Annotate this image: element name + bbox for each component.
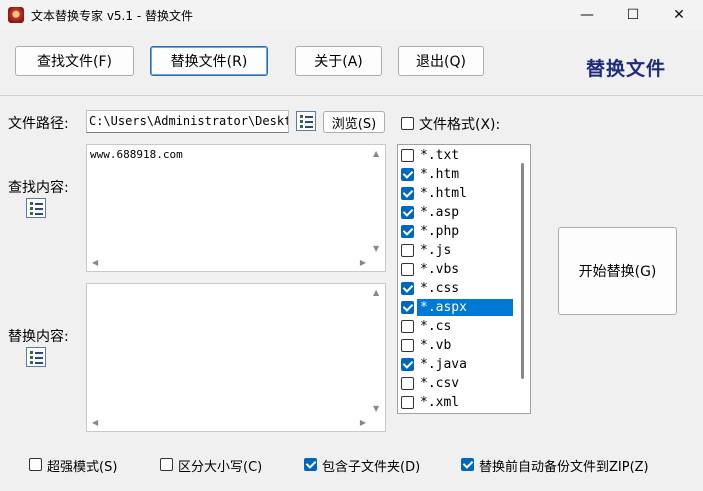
format-item-checkbox[interactable] <box>401 339 414 352</box>
replace-textarea[interactable]: ▲ ▼ ◀ ▶ <box>86 283 386 432</box>
format-item[interactable]: *.xml <box>398 393 514 412</box>
option-case-sensitive-label: 区分大小写(C) <box>178 460 263 475</box>
find-vertical-scrollbar[interactable]: ▲ ▼ <box>369 145 385 257</box>
format-item-label: *.html <box>420 186 467 201</box>
option-backup-zip-label: 替换前自动备份文件到ZIP(Z) <box>479 460 649 475</box>
option-case-sensitive-checkbox[interactable] <box>160 458 173 471</box>
format-toggle-label: 文件格式(X): <box>419 117 501 133</box>
find-label: 查找内容: <box>8 180 69 196</box>
format-item-checkbox[interactable] <box>401 149 414 162</box>
format-item-label: *.aspx <box>417 299 513 316</box>
format-item[interactable]: *.vbs <box>398 260 514 279</box>
find-files-button[interactable]: 查找文件(F) <box>15 46 134 76</box>
format-item-checkbox[interactable] <box>401 320 414 333</box>
format-item[interactable]: *.js <box>398 241 514 260</box>
format-item-checkbox[interactable] <box>401 263 414 276</box>
format-item-checkbox[interactable] <box>401 168 414 181</box>
format-item-label: *.css <box>420 281 460 296</box>
replace-vertical-scrollbar[interactable]: ▲ ▼ <box>369 284 385 417</box>
format-item-label: *.txt <box>420 148 460 163</box>
minimize-button[interactable]: — <box>564 0 610 30</box>
format-item[interactable]: *.html <box>398 184 514 203</box>
replace-label: 替换内容: <box>8 329 69 345</box>
exit-button[interactable]: 退出(Q) <box>398 46 484 76</box>
browse-button[interactable]: 浏览(S) <box>323 111 385 133</box>
page-title: 替换文件 <box>586 58 667 80</box>
maximize-button[interactable]: ☐ <box>610 0 656 30</box>
format-item-checkbox[interactable] <box>401 187 414 200</box>
find-horizontal-scrollbar[interactable]: ◀ ▶ <box>87 255 371 271</box>
format-item-checkbox[interactable] <box>401 301 414 314</box>
format-item-label: *.cs <box>420 319 452 334</box>
format-item-checkbox[interactable] <box>401 206 414 219</box>
start-replace-button[interactable]: 开始替换(G) <box>558 227 677 315</box>
format-item-checkbox[interactable] <box>401 377 414 390</box>
option-super-mode-label: 超强模式(S) <box>47 460 118 475</box>
find-list-icon[interactable] <box>26 198 46 218</box>
format-item-label: *.csv <box>420 376 460 391</box>
replace-list-icon[interactable] <box>26 347 46 367</box>
replace-files-button[interactable]: 替换文件(R) <box>150 46 268 76</box>
divider <box>0 95 703 96</box>
replace-horizontal-scrollbar[interactable]: ◀ ▶ <box>87 415 371 431</box>
format-item-checkbox[interactable] <box>401 244 414 257</box>
format-item-checkbox[interactable] <box>401 225 414 238</box>
path-input[interactable]: C:\Users\Administrator\Deskto <box>86 110 289 133</box>
format-item-label: *.htm <box>420 167 460 182</box>
format-item-label: *.asp <box>420 205 460 220</box>
about-button[interactable]: 关于(A) <box>295 46 382 76</box>
path-label: 文件路径: <box>8 116 69 132</box>
format-item-label: *.vb <box>420 338 452 353</box>
format-item[interactable]: *.aspx <box>398 298 514 317</box>
format-list[interactable]: *.txt *.htm *.html *.asp *.php *.js *.vbs *.css… <box>397 144 531 414</box>
format-item[interactable]: *.htm <box>398 165 514 184</box>
format-item[interactable]: *.cs <box>398 317 514 336</box>
close-button[interactable]: ✕ <box>656 0 702 30</box>
find-text: www.688918.com <box>90 148 183 161</box>
format-item-checkbox[interactable] <box>401 358 414 371</box>
format-item-label: *.vbs <box>420 262 460 277</box>
window-title: 文本替换专家 v5.1 - 替换文件 <box>31 9 193 23</box>
format-item[interactable]: *.java <box>398 355 514 374</box>
format-toggle-checkbox[interactable] <box>401 117 414 130</box>
format-item-label: *.java <box>420 357 467 372</box>
app-icon <box>8 7 24 23</box>
find-textarea[interactable]: www.688918.com ▲ ▼ ◀ ▶ <box>86 144 386 272</box>
format-item-label: *.js <box>420 243 452 258</box>
option-super-mode-checkbox[interactable] <box>29 458 42 471</box>
format-item[interactable]: *.csv <box>398 374 514 393</box>
format-item-checkbox[interactable] <box>401 396 414 409</box>
option-include-subfolders-checkbox[interactable] <box>304 458 317 471</box>
option-include-subfolders-label: 包含子文件夹(D) <box>322 460 421 475</box>
format-item[interactable]: *.asp <box>398 203 514 222</box>
format-item-label: *.php <box>420 224 460 239</box>
path-list-icon[interactable] <box>296 111 316 131</box>
format-list-scrollbar[interactable] <box>515 145 530 413</box>
format-item-label: *.xml <box>420 395 460 410</box>
format-item[interactable]: *.css <box>398 279 514 298</box>
option-backup-zip-checkbox[interactable] <box>461 458 474 471</box>
format-item[interactable]: *.vb <box>398 336 514 355</box>
format-item-checkbox[interactable] <box>401 282 414 295</box>
format-item[interactable]: *.txt <box>398 146 514 165</box>
format-item[interactable]: *.php <box>398 222 514 241</box>
